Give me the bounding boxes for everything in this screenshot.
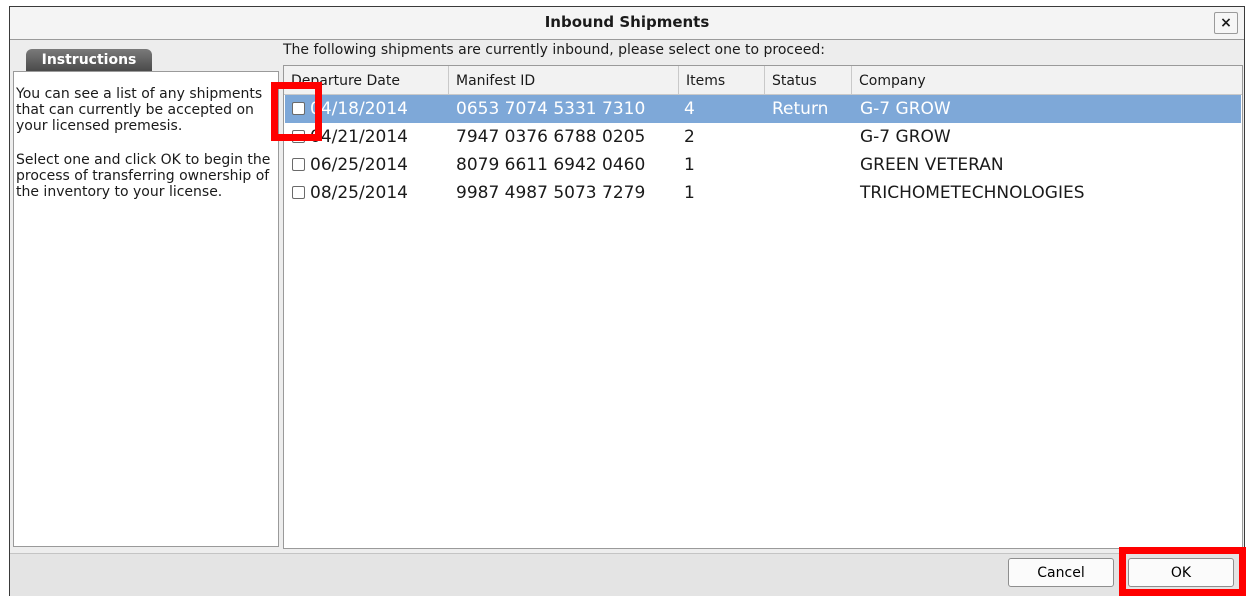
manifest-id-cell: 7947 0376 6788 0205 <box>456 127 646 147</box>
departure-date-cell: 04/21/2014 <box>310 127 408 147</box>
dialog-title: Inbound Shipments <box>544 13 710 31</box>
company-cell: G-7 GROW <box>860 99 951 119</box>
items-cell: 2 <box>684 127 695 147</box>
status-cell: Return <box>772 99 829 119</box>
departure-date-cell: 04/18/2014 <box>310 99 408 119</box>
column-header-company[interactable]: Company <box>852 66 1242 94</box>
instructions-text-1: You can see a list of any shipments that… <box>16 86 263 134</box>
column-header-manifest-id[interactable]: Manifest ID <box>449 66 679 94</box>
manifest-id-cell: 8079 6611 6942 0460 <box>456 155 646 175</box>
instructions-tab: Instructions <box>26 49 152 71</box>
row-checkbox[interactable] <box>292 158 305 171</box>
instructions-text-2: Select one and click OK to begin the pro… <box>16 152 271 200</box>
items-cell: 4 <box>684 99 695 119</box>
departure-date-cell: 08/25/2014 <box>310 183 408 203</box>
column-header-status[interactable]: Status <box>765 66 852 94</box>
company-cell: GREEN VETERAN <box>860 155 1004 175</box>
inbound-shipments-dialog: Inbound Shipments × Instructions You can… <box>9 6 1245 596</box>
column-header-items[interactable]: Items <box>679 66 765 94</box>
cancel-button[interactable]: Cancel <box>1008 558 1114 587</box>
table-header: Departure Date Manifest ID Items Status … <box>284 66 1242 95</box>
items-cell: 1 <box>684 155 695 175</box>
title-bar[interactable]: Inbound Shipments × <box>10 7 1244 40</box>
selection-message: The following shipments are currently in… <box>283 42 825 58</box>
row-checkbox[interactable] <box>292 186 305 199</box>
close-icon[interactable]: × <box>1214 12 1238 34</box>
items-cell: 1 <box>684 183 695 203</box>
departure-date-cell: 06/25/2014 <box>310 155 408 175</box>
table-row[interactable]: 06/25/2014 8079 6611 6942 0460 1 GREEN V… <box>285 151 1241 179</box>
manifest-id-cell: 9987 4987 5073 7279 <box>456 183 646 203</box>
manifest-id-cell: 0653 7074 5331 7310 <box>456 99 646 119</box>
instructions-panel: You can see a list of any shipments that… <box>13 71 279 547</box>
table-row[interactable]: 04/18/2014 0653 7074 5331 7310 4 Return … <box>285 95 1241 123</box>
table-row[interactable]: 04/21/2014 7947 0376 6788 0205 2 G-7 GRO… <box>285 123 1241 151</box>
table-row[interactable]: 08/25/2014 9987 4987 5073 7279 1 TRICHOM… <box>285 179 1241 207</box>
shipments-table: Departure Date Manifest ID Items Status … <box>283 65 1243 549</box>
checkbox-highlight-box <box>271 82 322 141</box>
company-cell: G-7 GROW <box>860 127 951 147</box>
company-cell: TRICHOMETECHNOLOGIES <box>860 183 1085 203</box>
ok-button-highlight-box <box>1119 547 1246 596</box>
